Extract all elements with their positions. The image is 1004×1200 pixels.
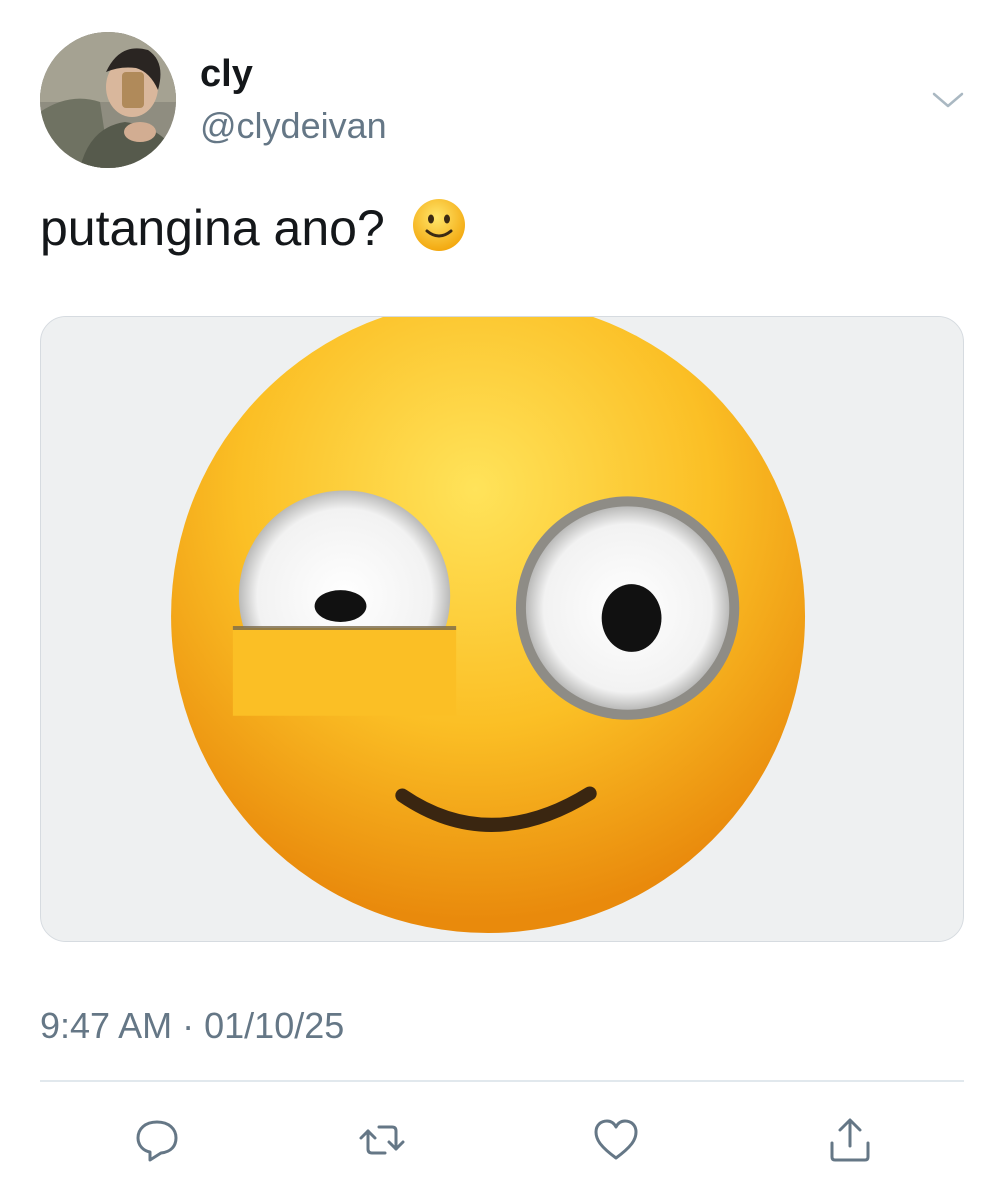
slightly-smiling-face-icon — [411, 197, 467, 253]
flushed-smirk-emoji-image — [41, 317, 963, 941]
retweet-icon — [359, 1125, 405, 1155]
display-name[interactable]: cly — [200, 52, 253, 96]
tweet-action-bar — [0, 1104, 1004, 1174]
tweet-text: putangina ano? — [40, 196, 467, 260]
reply-icon — [136, 1120, 178, 1162]
reply-button[interactable] — [125, 1110, 189, 1170]
tweet-timestamp[interactable]: 9:47 AM · 01/10/25 — [40, 1004, 344, 1048]
tweet-time: 9:47 AM — [40, 1005, 173, 1046]
user-handle[interactable]: @clydeivan — [200, 104, 387, 148]
chevron-down-icon — [932, 92, 964, 108]
heart-icon — [594, 1119, 638, 1160]
timestamp-separator: · — [182, 1005, 195, 1046]
avatar[interactable] — [40, 32, 176, 168]
tweet-text-content: putangina ano? — [40, 200, 385, 256]
tweet-media-image[interactable] — [40, 316, 964, 942]
tweet-date: 01/10/25 — [204, 1005, 345, 1046]
like-button[interactable] — [584, 1110, 648, 1170]
share-button[interactable] — [818, 1110, 882, 1170]
more-options-button[interactable] — [924, 80, 972, 120]
divider — [40, 1080, 964, 1082]
share-icon — [830, 1118, 870, 1162]
retweet-button[interactable] — [350, 1110, 414, 1170]
profile-photo — [40, 32, 176, 168]
